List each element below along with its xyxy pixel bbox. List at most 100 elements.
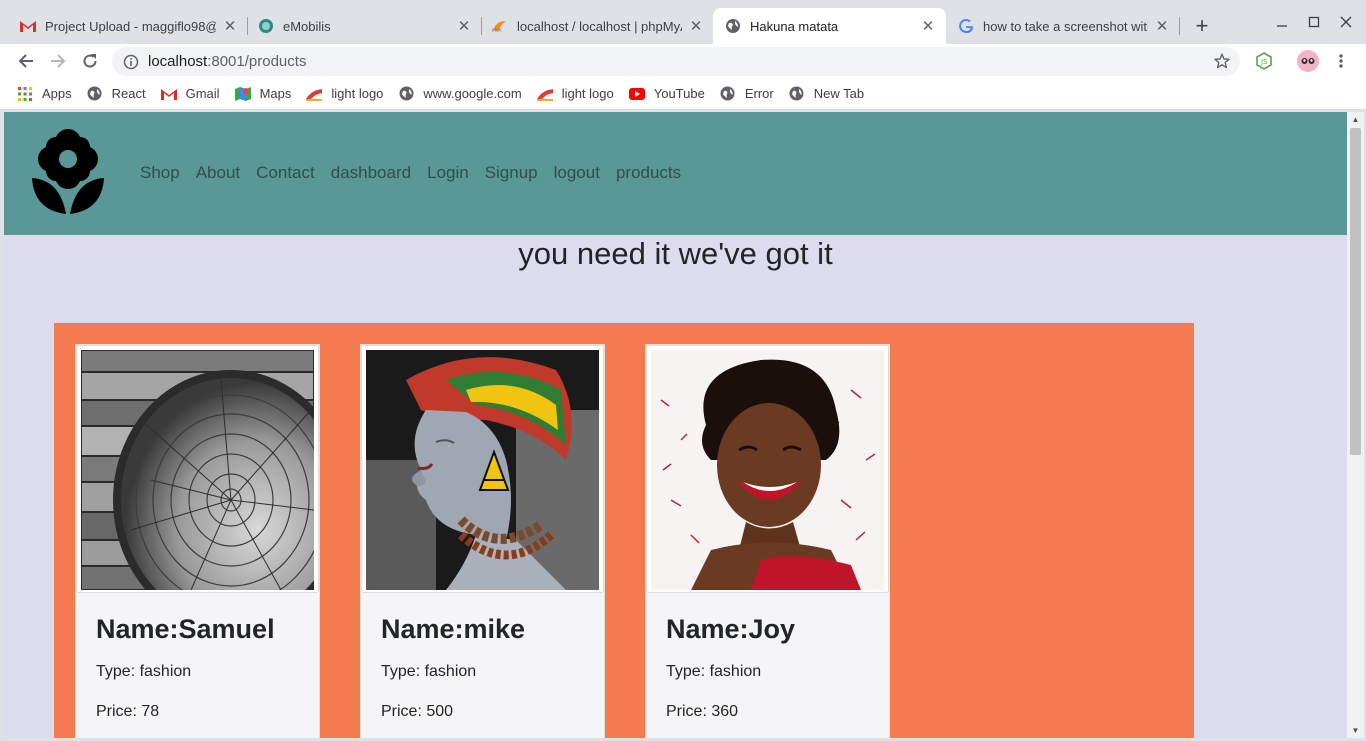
- bookmark-label: light logo: [561, 86, 614, 101]
- globe-icon: [725, 18, 741, 34]
- page-scrollbar[interactable]: ▲ ▼: [1347, 112, 1364, 738]
- bookmark-star-icon[interactable]: [1214, 53, 1230, 69]
- site-header: Shop About Contact dashboard Login Signu…: [4, 112, 1347, 235]
- bookmarks-bar: Apps React Gmail Maps light logo www.goo…: [0, 78, 1366, 110]
- forward-button[interactable]: [45, 48, 71, 74]
- bookmark-youtube[interactable]: YouTube: [628, 86, 705, 102]
- maps-icon: [234, 86, 251, 102]
- globe-icon: [789, 86, 805, 102]
- svg-text:JS: JS: [1260, 58, 1268, 66]
- tab-title: localhost / localhost | phpMyAdmin: [517, 18, 682, 34]
- reload-button[interactable]: [77, 48, 103, 74]
- url-path: :8001/products: [207, 53, 307, 70]
- bookmark-label: Error: [744, 86, 774, 101]
- nav-link-dashboard[interactable]: dashboard: [331, 163, 411, 183]
- smiling-woman-portrait-photo: [651, 350, 884, 590]
- product-card[interactable]: Name:Joy Type: fashion Price: 360: [645, 344, 890, 738]
- tab-title: how to take a screenshot with: [983, 18, 1148, 34]
- nav-link-logout[interactable]: logout: [554, 163, 600, 183]
- product-card[interactable]: Name:mike Type: fashion Price: 500: [360, 344, 605, 738]
- scroll-up-arrow-icon[interactable]: ▲: [1347, 112, 1364, 127]
- scrollbar-thumb[interactable]: [1350, 128, 1361, 455]
- product-type: Type: fashion: [96, 663, 192, 680]
- bookmark-label: New Tab: [813, 86, 865, 101]
- product-type: Type: fashion: [666, 663, 762, 680]
- close-tab-icon[interactable]: ✕: [688, 18, 704, 35]
- bookmark-apps[interactable]: Apps: [17, 86, 72, 102]
- new-tab-button[interactable]: +: [1190, 13, 1214, 38]
- bookmark-light-logo[interactable]: light logo: [306, 86, 383, 102]
- product-type: Type: fashion: [381, 663, 477, 680]
- close-tab-icon[interactable]: ✕: [456, 18, 472, 35]
- tab-title: eMobilis: [283, 18, 331, 34]
- minimize-button[interactable]: [1267, 10, 1297, 34]
- google-icon: [958, 18, 974, 34]
- product-name: Name:Joy: [666, 614, 796, 644]
- tab-screenshot-search[interactable]: how to take a screenshot with ✕: [946, 8, 1180, 44]
- svg-text:PMA: PMA: [492, 28, 502, 33]
- youtube-icon: [628, 86, 645, 102]
- product-image-frame: [646, 345, 889, 593]
- tab-title: Project Upload - maggiflo98@gm: [45, 18, 216, 34]
- site-nav-links: Shop About Contact dashboard Login Signu…: [140, 163, 697, 183]
- bookmark-react[interactable]: React: [87, 86, 146, 102]
- nav-link-products[interactable]: products: [616, 163, 681, 183]
- nodejs-extension-icon[interactable]: JS: [1254, 51, 1274, 71]
- tab-hakuna-matata[interactable]: Hakuna matata ✕: [713, 8, 946, 44]
- close-tab-icon[interactable]: ✕: [222, 18, 238, 35]
- site-info-icon[interactable]: [123, 54, 139, 70]
- bookmark-error[interactable]: Error: [720, 86, 774, 102]
- globe-icon: [398, 86, 414, 102]
- product-card[interactable]: Name:Samuel Type: fashion Price: 78: [75, 344, 320, 738]
- emobilis-icon: [258, 18, 274, 34]
- flower-logo-icon[interactable]: [30, 128, 106, 216]
- maximize-button[interactable]: [1299, 10, 1329, 34]
- bookmark-light-logo-2[interactable]: light logo: [536, 86, 614, 102]
- phpmyadmin-icon: PMA: [492, 18, 508, 34]
- product-name: Name:Samuel: [96, 614, 275, 644]
- nav-link-login[interactable]: Login: [427, 163, 469, 183]
- product-name: Name:mike: [381, 614, 526, 644]
- globe-icon: [87, 86, 103, 102]
- profile-avatar[interactable]: [1297, 50, 1319, 72]
- address-bar[interactable]: localhost:8001/products: [112, 47, 1240, 76]
- light-logo-icon: [306, 86, 323, 102]
- bookmark-label: light logo: [331, 86, 384, 101]
- bookmark-label: Gmail: [185, 86, 220, 101]
- url-host: localhost: [148, 53, 208, 70]
- bookmark-google[interactable]: www.google.com: [398, 86, 522, 102]
- back-button[interactable]: [13, 48, 39, 74]
- bookmark-gmail[interactable]: Gmail: [160, 86, 220, 102]
- gmail-icon: [160, 86, 177, 102]
- nav-link-contact[interactable]: Contact: [256, 163, 315, 183]
- nav-link-signup[interactable]: Signup: [485, 163, 538, 183]
- close-window-button[interactable]: [1331, 10, 1361, 34]
- globe-icon: [720, 86, 736, 102]
- tab-phpmyadmin[interactable]: PMA localhost / localhost | phpMyAdmin ✕: [480, 8, 714, 44]
- bookmark-label: React: [111, 86, 146, 101]
- african-headwrap-portrait-photo: [366, 350, 599, 590]
- bookmark-label: Maps: [259, 86, 292, 101]
- browser-menu-button[interactable]: [1331, 51, 1351, 71]
- bookmark-label: Apps: [42, 86, 72, 101]
- light-logo-icon: [536, 86, 553, 102]
- url-text: localhost:8001/products: [148, 53, 306, 70]
- page-tagline: you need it we've got it: [518, 236, 833, 271]
- apps-grid-icon: [17, 86, 33, 102]
- nav-link-shop[interactable]: Shop: [140, 163, 180, 183]
- tab-project-upload[interactable]: Project Upload - maggiflo98@gm ✕: [8, 8, 248, 44]
- nav-link-about[interactable]: About: [196, 163, 240, 183]
- gmail-icon: [20, 18, 36, 34]
- wood-cross-section-photo: [81, 350, 314, 590]
- product-image-frame: [76, 345, 319, 593]
- product-price: Price: 78: [96, 703, 160, 720]
- product-image-frame: [361, 345, 604, 593]
- tab-emobilis[interactable]: eMobilis ✕: [246, 8, 482, 44]
- close-tab-icon[interactable]: ✕: [920, 18, 936, 35]
- bookmark-label: YouTube: [653, 86, 705, 101]
- bookmark-label: www.google.com: [423, 86, 522, 101]
- bookmark-maps[interactable]: Maps: [234, 86, 292, 102]
- close-tab-icon[interactable]: ✕: [1154, 18, 1170, 35]
- scroll-down-arrow-icon[interactable]: ▼: [1347, 723, 1364, 738]
- bookmark-new-tab[interactable]: New Tab: [789, 86, 864, 102]
